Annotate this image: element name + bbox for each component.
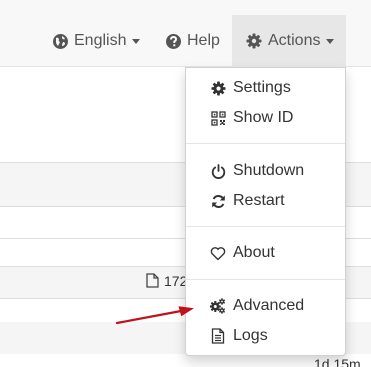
caret-down-icon [326, 38, 335, 44]
actions-menu: Settings Show ID Shutdown Restart About … [185, 67, 346, 356]
power-icon [210, 163, 226, 179]
menu-item-show-id[interactable]: Show ID [186, 105, 345, 131]
globe-icon [52, 33, 69, 50]
gear-icon [246, 33, 263, 50]
language-dropdown[interactable]: English [52, 15, 141, 67]
file-icon [146, 273, 159, 288]
menu-item-label: Advanced [233, 297, 305, 314]
menu-divider [186, 226, 345, 227]
help-label: Help [187, 32, 220, 49]
cogs-icon [210, 298, 226, 314]
menu-item-label: Logs [233, 327, 268, 344]
menu-divider [186, 143, 345, 144]
menu-item-label: Shutdown [233, 162, 305, 179]
menu-item-label: Show ID [233, 109, 294, 126]
menu-item-shutdown[interactable]: Shutdown [186, 158, 345, 184]
menu-item-label: Settings [233, 79, 291, 96]
size-value: 172 [164, 273, 188, 289]
qrcode-icon [210, 110, 226, 126]
file-text-icon [210, 328, 226, 344]
annotation-arrow-icon [115, 306, 194, 325]
navbar: English Help Actions [0, 0, 371, 67]
refresh-icon [210, 193, 226, 209]
menu-item-logs[interactable]: Logs [186, 323, 345, 349]
uptime-value: 1d 15m [314, 356, 361, 367]
menu-item-advanced[interactable]: Advanced [186, 293, 345, 319]
menu-item-label: About [233, 244, 275, 261]
heart-icon [210, 245, 226, 261]
actions-label: Actions [268, 32, 321, 49]
menu-divider [186, 279, 345, 280]
actions-dropdown[interactable]: Actions [232, 15, 346, 67]
question-circle-icon [165, 33, 182, 50]
menu-item-restart[interactable]: Restart [186, 188, 345, 214]
menu-item-about[interactable]: About [186, 240, 345, 266]
help-link[interactable]: Help [165, 15, 220, 67]
menu-item-label: Restart [233, 192, 285, 209]
language-label: English [74, 32, 127, 49]
caret-down-icon [132, 38, 141, 44]
menu-item-settings[interactable]: Settings [186, 75, 345, 101]
gear-icon [210, 80, 226, 96]
